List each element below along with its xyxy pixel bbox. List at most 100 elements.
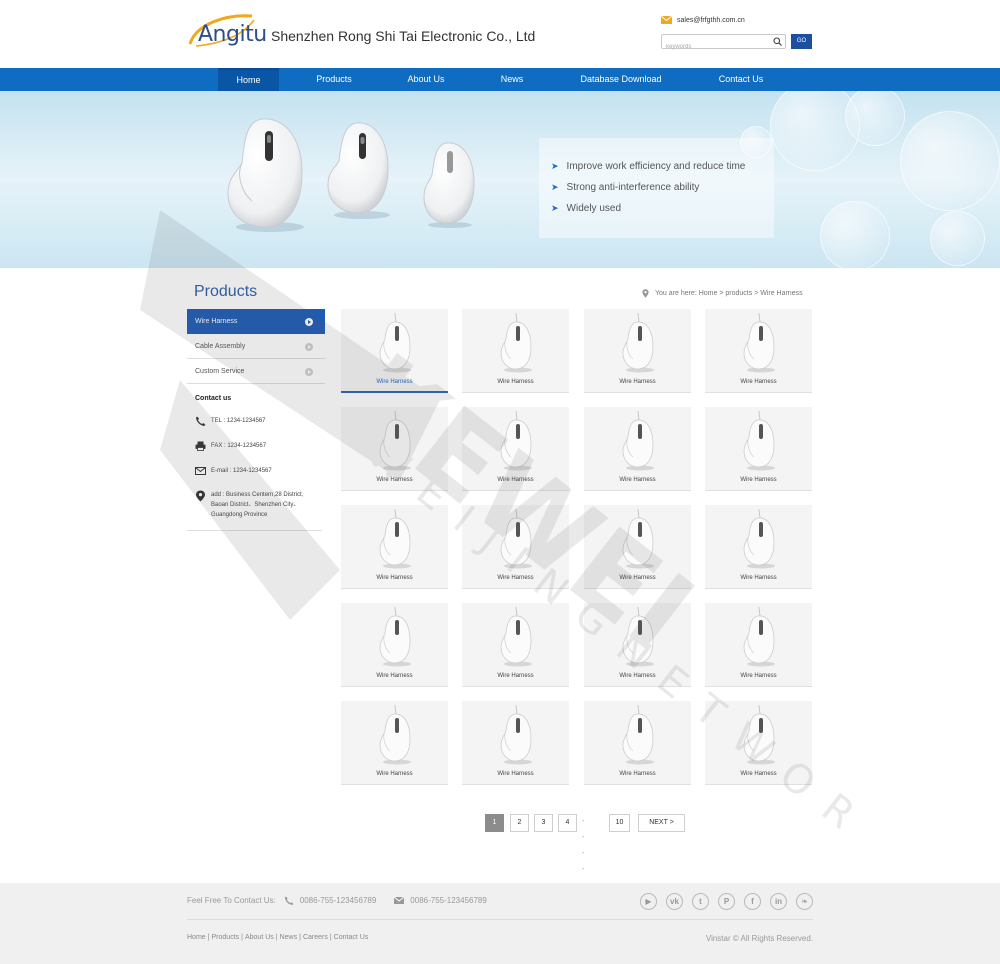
header-email[interactable]: sales@frfgthh.com.cn — [661, 14, 745, 26]
page-button-1[interactable]: 1 — [485, 814, 504, 832]
product-mouse-image — [743, 705, 775, 765]
sidebar-item-custom-service[interactable]: Custom Service — [187, 359, 325, 384]
page-button-2[interactable]: 2 — [510, 814, 529, 832]
nav-item-database-download[interactable]: Database Download — [565, 68, 677, 91]
vk-icon[interactable]: vk — [666, 893, 683, 910]
banner-bullet: ➤ Improve work efficiency and reduce tim… — [551, 161, 745, 172]
sidebar-title: Products — [194, 283, 258, 300]
product-card-label: Wire Harness — [740, 575, 777, 581]
footer-link-products[interactable]: Products — [212, 934, 240, 941]
product-mouse-image — [622, 313, 654, 373]
product-card[interactable]: Wire Harness — [341, 309, 448, 393]
social-links: ▶ vk t Pf in ❧ — [640, 893, 822, 910]
product-card[interactable]: Wire Harness — [462, 603, 569, 687]
banner-bubble — [930, 211, 985, 266]
sidebar-item-label: Cable Assembly — [195, 343, 246, 350]
sidebar-item-cable-assembly[interactable]: Cable Assembly — [187, 334, 325, 359]
copyright: Vinstar © All Rights Reserved. — [705, 934, 813, 943]
sidebar-item-label: Custom Service — [195, 368, 245, 375]
product-card[interactable]: Wire Harness — [705, 505, 812, 589]
pinterest-icon[interactable]: P — [718, 893, 735, 910]
page-button-3[interactable]: 3 — [534, 814, 553, 832]
product-card-label: Wire Harness — [619, 771, 656, 777]
footer-link-home[interactable]: Home — [187, 934, 206, 941]
footer-fax[interactable]: 0086-755-123456789 — [410, 896, 487, 905]
product-card[interactable]: Wire Harness — [462, 701, 569, 785]
sidebar-item-label: Wire Harness — [195, 318, 238, 325]
nav-item-home[interactable]: Home — [218, 68, 279, 91]
play-circle-icon — [305, 318, 313, 326]
sidebar-item-wire-harness[interactable]: Wire Harness — [187, 309, 325, 334]
product-card[interactable]: Wire Harness — [584, 309, 691, 393]
product-card[interactable]: Wire Harness — [462, 505, 569, 589]
product-card-label: Wire Harness — [740, 771, 777, 777]
twitter-icon[interactable]: ❧ — [796, 893, 813, 910]
link-separator: | — [207, 934, 210, 941]
product-card-label: Wire Harness — [497, 379, 534, 385]
footer-phone[interactable]: 0086-755-123456789 — [300, 896, 377, 905]
search-input[interactable] — [662, 40, 767, 54]
product-card[interactable]: Wire Harness — [705, 309, 812, 393]
product-card[interactable]: Wire Harness — [341, 505, 448, 589]
search-icon[interactable] — [773, 37, 782, 46]
page-button-4[interactable]: 4 — [558, 814, 577, 832]
product-mouse-image — [500, 509, 532, 569]
banner-bubble — [900, 111, 1000, 211]
page-button-10[interactable]: 10 — [609, 814, 630, 832]
logo[interactable]: Angitu — [186, 10, 267, 50]
product-card[interactable]: Wire Harness — [705, 701, 812, 785]
product-card[interactable]: Wire Harness — [584, 407, 691, 491]
contact-title: Contact us — [195, 395, 232, 402]
product-card[interactable]: Wire Harness — [584, 603, 691, 687]
product-card[interactable]: Wire Harness — [462, 407, 569, 491]
contact-address: add : Business Centern,28 District, Baoa… — [195, 490, 303, 520]
product-card[interactable]: Wire Harness — [341, 701, 448, 785]
product-card-label: Wire Harness — [376, 379, 413, 385]
mail-icon — [195, 467, 206, 475]
product-mouse-image — [743, 313, 775, 373]
contact-fax-text: FAX : 1234-1234567 — [211, 443, 267, 449]
tumblr-icon[interactable]: t — [692, 893, 709, 910]
banner-bubble — [820, 201, 890, 268]
search-go-button[interactable]: GO — [791, 34, 812, 49]
product-card[interactable]: Wire Harness — [341, 603, 448, 687]
product-mouse-image — [622, 607, 654, 667]
product-card-label: Wire Harness — [619, 379, 656, 385]
product-card[interactable]: Wire Harness — [584, 505, 691, 589]
product-card[interactable]: Wire Harness — [705, 603, 812, 687]
product-card[interactable]: Wire Harness — [462, 309, 569, 393]
next-page-button[interactable]: NEXT > — [638, 814, 685, 832]
footer-link-careers[interactable]: Careers — [303, 934, 328, 941]
link-separator: | — [329, 934, 332, 941]
banner-bubble — [845, 91, 905, 146]
product-card[interactable]: Wire Harness — [341, 407, 448, 491]
arrow-right-icon: ➤ — [551, 182, 559, 192]
footer-link-contact-us[interactable]: Contact Us — [334, 934, 369, 941]
nav-item-contact-us[interactable]: Contact Us — [700, 68, 782, 91]
product-mouse-image — [743, 411, 775, 471]
fax-icon — [195, 441, 206, 451]
footer-link-about-us[interactable]: About Us — [245, 934, 274, 941]
banner-bullet: ➤ Strong anti-interference ability — [551, 182, 699, 193]
product-mouse-image — [500, 705, 532, 765]
product-card[interactable]: Wire Harness — [705, 407, 812, 491]
product-mouse-image — [379, 705, 411, 765]
product-card[interactable]: Wire Harness — [584, 701, 691, 785]
link-separator: | — [241, 934, 243, 941]
breadcrumb-text[interactable]: You are here: Home > products > Wire Har… — [655, 290, 803, 297]
youtube-icon[interactable]: ▶ — [640, 893, 657, 910]
footer-link-news[interactable]: News — [280, 934, 298, 941]
search-box — [661, 34, 786, 54]
product-card-label: Wire Harness — [740, 379, 777, 385]
product-mouse-image — [622, 705, 654, 765]
sidebar-contact: Contact us TEL : 1234-1234567 FAX : 1234… — [187, 388, 322, 531]
nav-item-about-us[interactable]: About Us — [390, 68, 462, 91]
nav-item-news[interactable]: News — [476, 68, 548, 91]
nav-item-products[interactable]: Products — [298, 68, 370, 91]
play-circle-icon — [305, 343, 313, 351]
banner-bullet-text: Strong anti-interference ability — [566, 182, 700, 193]
contact-address-text: add : Business Centern,28 District, Baoa… — [211, 490, 303, 520]
product-card-label: Wire Harness — [740, 477, 777, 483]
facebook-icon[interactable]: f — [744, 893, 761, 910]
linkedin-icon[interactable]: in — [770, 893, 787, 910]
